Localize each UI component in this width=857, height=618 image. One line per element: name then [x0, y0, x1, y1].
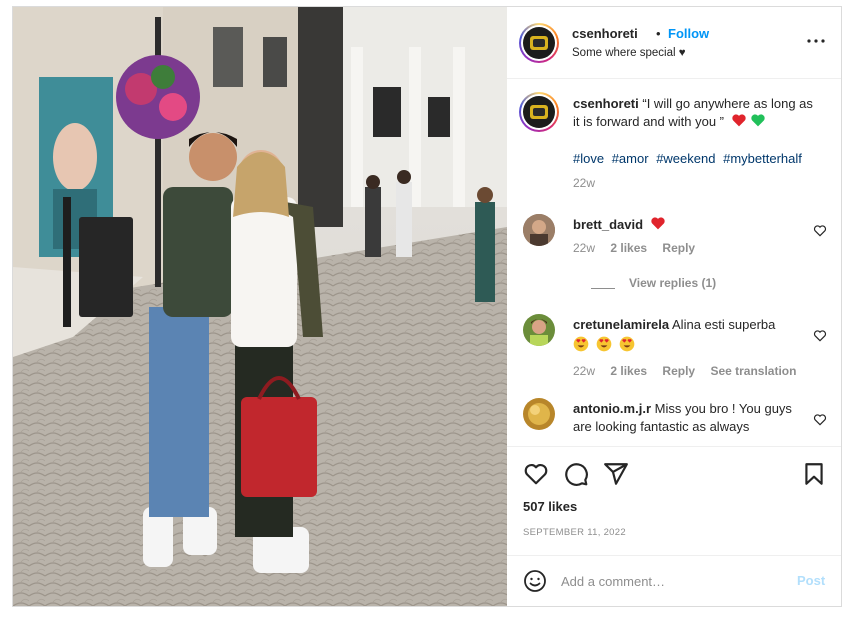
- caption-body: csenhoreti “I will go anywhere as long a…: [573, 95, 823, 131]
- heart-eyes-emoji-icon: [573, 336, 589, 352]
- post-header: csenhoreti • Follow Some where special ♥: [507, 7, 841, 79]
- hashtag-mybetterhalf[interactable]: #mybetterhalf: [723, 151, 802, 166]
- red-heart-emoji-icon: [651, 217, 665, 230]
- post-comment-button[interactable]: Post: [797, 573, 825, 588]
- comment-likes[interactable]: 2 likes: [610, 241, 647, 255]
- comment-text: Alina esti superba: [672, 317, 776, 332]
- instagram-post-modal: csenhoreti • Follow Some where special ♥…: [12, 6, 842, 607]
- hashtag-love[interactable]: #love: [573, 151, 604, 166]
- commenter-username[interactable]: brett_david: [573, 217, 643, 232]
- comment-like-icon[interactable]: [813, 224, 827, 238]
- commenter-avatar[interactable]: [523, 214, 555, 246]
- hashtags: #love #amor #weekend #mybetterhalf: [573, 151, 806, 166]
- comment-body: antonio.m.j.r Miss you bro ! You guys ar…: [573, 400, 813, 436]
- view-replies-button[interactable]: View replies (1): [629, 276, 728, 290]
- replies-divider: [591, 288, 615, 289]
- comments-list[interactable]: csenhoreti “I will go anywhere as long a…: [507, 80, 841, 446]
- reply-button[interactable]: Reply: [662, 241, 695, 255]
- post-actions: 507 likes SEPTEMBER 11, 2022: [507, 446, 841, 554]
- commenter-avatar[interactable]: [523, 314, 555, 346]
- comment-meta: 22w 2 likes Reply See translation: [573, 364, 808, 378]
- comment-age[interactable]: 22w: [573, 241, 595, 255]
- share-send-icon[interactable]: [603, 461, 629, 487]
- red-heart-emoji-icon: [731, 114, 746, 127]
- heart-eyes-emoji-icon: [596, 336, 612, 352]
- see-translation-button[interactable]: See translation: [710, 364, 796, 378]
- author-username[interactable]: csenhoreti: [572, 26, 638, 41]
- reply-button[interactable]: Reply: [662, 364, 695, 378]
- likes-count[interactable]: 507 likes: [523, 499, 577, 514]
- post-location[interactable]: Some where special ♥: [572, 47, 686, 59]
- comment-likes[interactable]: 2 likes: [610, 364, 647, 378]
- caption-meta: 22w: [573, 176, 607, 190]
- commenter-username[interactable]: antonio.m.j.r: [573, 401, 651, 416]
- caption-age[interactable]: 22w: [573, 176, 595, 190]
- separator-dot: •: [656, 26, 661, 41]
- hashtag-weekend[interactable]: #weekend: [656, 151, 715, 166]
- view-replies-label[interactable]: View replies (1): [629, 276, 716, 290]
- follow-button[interactable]: Follow: [668, 26, 709, 41]
- caption-username[interactable]: csenhoreti: [573, 96, 639, 111]
- commenter-username[interactable]: cretunelamirela: [573, 317, 669, 332]
- green-heart-emoji-icon: [751, 114, 765, 127]
- comment-emojis: [573, 336, 635, 355]
- comment-age[interactable]: 22w: [573, 364, 595, 378]
- caption-avatar[interactable]: [519, 92, 559, 132]
- post-side-panel: csenhoreti • Follow Some where special ♥…: [507, 7, 841, 606]
- like-heart-icon[interactable]: [523, 461, 549, 487]
- save-bookmark-icon[interactable]: [801, 461, 827, 487]
- hashtag-amor[interactable]: #amor: [612, 151, 649, 166]
- comment-input[interactable]: [561, 569, 781, 593]
- comment-body: brett_david: [573, 216, 665, 234]
- comment-meta: 22w 2 likes Reply: [573, 241, 707, 255]
- comment-body: cretunelamirela Alina esti superba: [573, 316, 808, 334]
- commenter-avatar[interactable]: [523, 398, 555, 430]
- emoji-picker-icon[interactable]: [523, 569, 547, 593]
- heart-eyes-emoji-icon: [619, 336, 635, 352]
- add-comment-bar: Post: [507, 555, 841, 606]
- comment-bubble-icon[interactable]: [563, 461, 589, 487]
- comment-like-icon[interactable]: [813, 329, 827, 343]
- more-options-icon[interactable]: [804, 29, 828, 53]
- comment-like-icon[interactable]: [813, 413, 827, 427]
- post-photo[interactable]: [13, 7, 507, 606]
- author-avatar[interactable]: [519, 23, 559, 63]
- post-date[interactable]: SEPTEMBER 11, 2022: [523, 527, 626, 538]
